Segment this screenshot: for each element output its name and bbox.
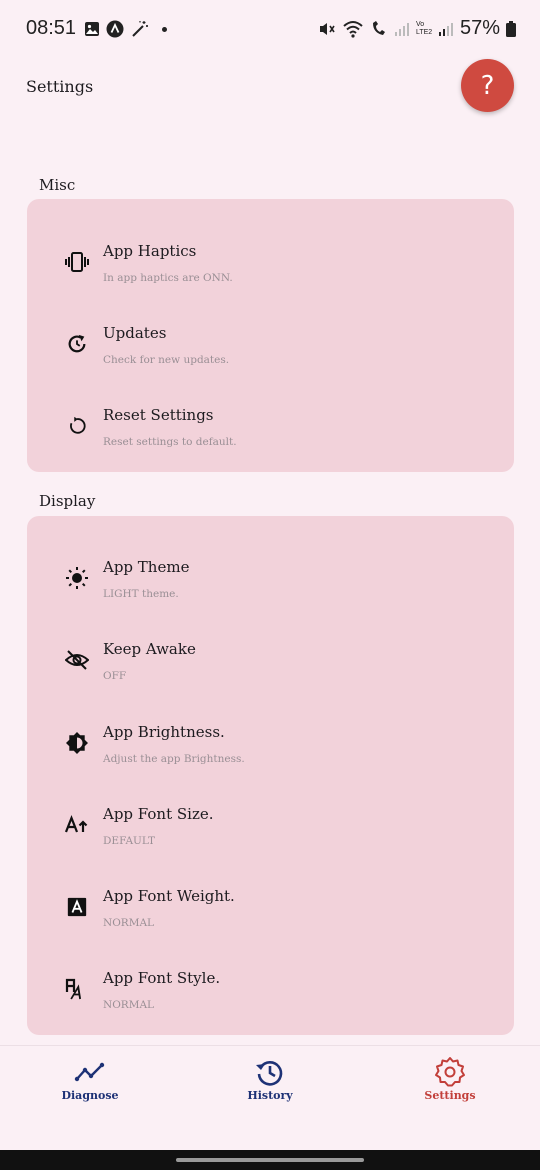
update-icon bbox=[65, 332, 89, 356]
nav-settings[interactable]: Settings bbox=[390, 1046, 510, 1126]
setting-title: Updates bbox=[103, 324, 167, 342]
network-type: Vo LTE2 bbox=[415, 20, 433, 36]
setting-title: App Brightness. bbox=[103, 723, 225, 741]
setting-app-haptics[interactable]: App Haptics In app haptics are ONN. bbox=[27, 210, 514, 290]
brightness-icon bbox=[65, 731, 89, 755]
setting-title: Keep Awake bbox=[103, 640, 196, 658]
sun-icon bbox=[65, 566, 89, 590]
setting-title: Reset Settings bbox=[103, 406, 214, 424]
wifi-calling-icon bbox=[372, 20, 385, 35]
setting-subtitle: LIGHT theme. bbox=[103, 588, 179, 600]
nav-history[interactable]: History bbox=[210, 1046, 330, 1126]
help-label: ? bbox=[480, 70, 495, 101]
bottom-navigation: Diagnose History Settings bbox=[0, 1045, 540, 1150]
misc-card: App Haptics In app haptics are ONN. Upda… bbox=[27, 199, 514, 472]
battery-icon bbox=[506, 20, 516, 37]
setting-reset[interactable]: Reset Settings Reset settings to default… bbox=[27, 374, 514, 454]
setting-app-brightness[interactable]: App Brightness. Adjust the app Brightnes… bbox=[27, 691, 514, 771]
vibration-icon bbox=[65, 250, 89, 274]
page-title: Settings bbox=[26, 77, 94, 96]
section-title-misc: Misc bbox=[39, 176, 76, 194]
setting-subtitle: NORMAL bbox=[103, 999, 155, 1011]
setting-updates[interactable]: Updates Check for new updates. bbox=[27, 292, 514, 372]
setting-title: App Font Weight. bbox=[103, 887, 235, 905]
history-icon bbox=[256, 1061, 283, 1086]
eye-off-icon bbox=[65, 648, 89, 672]
nav-app-icon bbox=[106, 20, 124, 38]
nav-label: Diagnose bbox=[61, 1089, 119, 1102]
setting-subtitle: NORMAL bbox=[103, 917, 155, 929]
nav-label: Settings bbox=[424, 1089, 476, 1102]
mute-icon bbox=[319, 22, 335, 35]
setting-subtitle: Adjust the app Brightness. bbox=[103, 753, 245, 765]
signal-2-icon bbox=[438, 22, 453, 36]
wifi-icon bbox=[343, 20, 363, 38]
nav-diagnose[interactable]: Diagnose bbox=[30, 1046, 150, 1126]
setting-subtitle: Reset settings to default. bbox=[103, 436, 237, 448]
setting-title: App Theme bbox=[103, 558, 190, 576]
help-button[interactable]: ? bbox=[461, 59, 514, 112]
setting-subtitle: In app haptics are ONN. bbox=[103, 272, 233, 284]
gallery-icon bbox=[85, 22, 99, 36]
setting-title: App Font Size. bbox=[103, 805, 214, 823]
display-card: App Theme LIGHT theme. Keep Awake OFF Ap… bbox=[27, 516, 514, 1035]
font-style-icon bbox=[65, 977, 89, 1001]
font-weight-icon bbox=[65, 895, 89, 919]
status-bar: 08:51 Vo LTE2 57% bbox=[0, 0, 540, 60]
setting-subtitle: Check for new updates. bbox=[103, 354, 230, 366]
section-title-display: Display bbox=[39, 492, 96, 510]
setting-title: App Haptics bbox=[103, 242, 197, 260]
diagnose-icon bbox=[74, 1062, 105, 1082]
font-size-icon bbox=[65, 813, 89, 837]
battery-level: 57% bbox=[459, 17, 500, 39]
notification-dot-icon bbox=[162, 26, 167, 32]
gear-icon bbox=[435, 1057, 465, 1087]
setting-app-font-size[interactable]: App Font Size. DEFAULT bbox=[27, 773, 514, 853]
magic-wand-icon bbox=[132, 21, 148, 37]
gesture-bar bbox=[0, 1150, 540, 1170]
status-time: 08:51 bbox=[26, 17, 77, 39]
signal-1-icon bbox=[394, 22, 409, 36]
setting-app-font-weight[interactable]: App Font Weight. NORMAL bbox=[27, 855, 514, 935]
setting-subtitle: OFF bbox=[103, 670, 127, 682]
setting-title: App Font Style. bbox=[103, 969, 221, 987]
setting-app-theme[interactable]: App Theme LIGHT theme. bbox=[27, 526, 514, 606]
setting-keep-awake[interactable]: Keep Awake OFF bbox=[27, 608, 514, 688]
nav-label: History bbox=[247, 1089, 293, 1102]
home-gesture-handle[interactable] bbox=[176, 1158, 364, 1162]
reset-icon bbox=[65, 414, 89, 438]
setting-app-font-style[interactable]: App Font Style. NORMAL bbox=[27, 937, 514, 1017]
setting-subtitle: DEFAULT bbox=[103, 835, 156, 847]
